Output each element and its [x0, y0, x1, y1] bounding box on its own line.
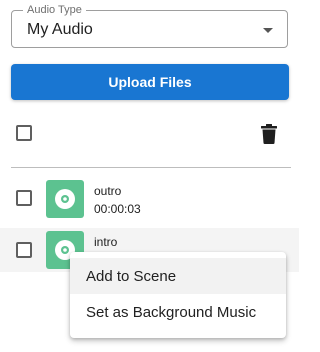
item-duration: 00:00:03: [94, 202, 141, 216]
trash-icon[interactable]: [259, 123, 279, 145]
audio-type-label: Audio Type: [23, 3, 86, 17]
audio-type-value: My Audio: [27, 21, 93, 38]
item-name: outro: [94, 184, 122, 198]
upload-files-button[interactable]: Upload Files: [11, 64, 289, 100]
item-checkbox[interactable]: [16, 190, 32, 206]
caret-down-icon: [263, 28, 273, 33]
disc-icon[interactable]: [46, 180, 84, 218]
list-item: outro 00:00:03: [0, 178, 299, 222]
context-menu: Add to Scene Set as Background Music: [70, 252, 286, 338]
menu-item-add-to-scene[interactable]: Add to Scene: [70, 258, 286, 294]
divider: [11, 167, 291, 168]
audio-type-select[interactable]: Audio Type My Audio: [11, 3, 288, 48]
menu-item-set-background-music[interactable]: Set as Background Music: [70, 294, 286, 330]
item-checkbox[interactable]: [16, 242, 32, 258]
item-name: intro: [94, 235, 118, 249]
select-all-checkbox[interactable]: [16, 125, 32, 141]
